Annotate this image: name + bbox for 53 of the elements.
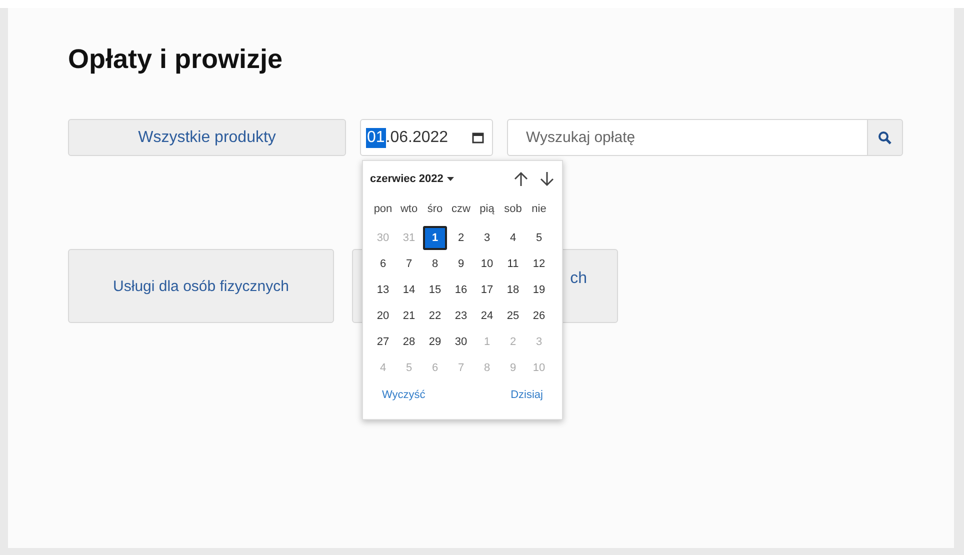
weekday-label: sob [503, 203, 523, 217]
calendar-day[interactable]: 21 [397, 304, 421, 328]
date-field[interactable]: 01.06.2022 [360, 119, 493, 156]
calendar-day[interactable]: 22 [423, 304, 447, 328]
down-arrow-icon[interactable] [539, 171, 555, 187]
calendar-day[interactable]: 8 [423, 252, 447, 276]
weekday-label: nie [530, 203, 548, 217]
calendar-day[interactable]: 14 [397, 278, 421, 302]
up-arrow-icon[interactable] [513, 171, 529, 187]
calendar-day[interactable]: 24 [475, 304, 499, 328]
calendar-day[interactable]: 29 [423, 330, 447, 354]
caret-icon [447, 177, 454, 181]
calendar-day[interactable]: 17 [475, 278, 499, 302]
calendar-day[interactable]: 25 [501, 304, 525, 328]
calendar-day[interactable]: 12 [527, 252, 551, 276]
calendar-day[interactable]: 19 [527, 278, 551, 302]
clear-link[interactable]: Wyczyść [382, 389, 426, 401]
search-icon [878, 130, 892, 144]
calendar-day[interactable]: 9 [449, 252, 473, 276]
date-rest: .06.2022 [386, 128, 448, 146]
calendar-day[interactable]: 18 [501, 278, 525, 302]
calendar-day[interactable]: 30 [449, 330, 473, 354]
calendar-day[interactable]: 28 [397, 330, 421, 354]
calendar-day[interactable]: 2 [449, 226, 473, 250]
category-card[interactable]: Usługi dla osób fizycznych [68, 249, 334, 323]
calendar-day[interactable]: 16 [449, 278, 473, 302]
calendar-day[interactable]: 20 [371, 304, 395, 328]
search-button[interactable] [867, 119, 903, 156]
calendar-day[interactable]: 26 [527, 304, 551, 328]
calendar-day[interactable]: 13 [371, 278, 395, 302]
calendar-day[interactable]: 11 [501, 252, 525, 276]
page-title: Opłaty i prowizje [68, 44, 284, 75]
calendar-day[interactable]: 6 [371, 252, 395, 276]
weekday-label: wto [399, 203, 419, 217]
search-field[interactable]: Wyszukaj opłatę [507, 119, 867, 156]
calendar-day[interactable]: 1 [423, 226, 447, 250]
weekday-label: pią [478, 203, 496, 217]
calendar-day[interactable]: 27 [371, 330, 395, 354]
today-link[interactable]: Dzisiaj [510, 389, 543, 401]
weekday-label: śro [426, 203, 444, 217]
date-day-segment: 01 [366, 128, 386, 148]
calendar-day[interactable]: 5 [527, 226, 551, 250]
calendar-day[interactable]: 10 [475, 252, 499, 276]
weekday-label: pon [372, 203, 394, 217]
product-filter-button[interactable]: Wszystkie produkty [68, 119, 346, 156]
calendar-day[interactable]: 15 [423, 278, 447, 302]
month-dropdown[interactable]: czerwiec 2022 [370, 173, 454, 185]
calendar-day[interactable]: 4 [501, 226, 525, 250]
calendar-day[interactable]: 3 [475, 226, 499, 250]
calendar-day[interactable]: 7 [397, 252, 421, 276]
weekday-label: czw [450, 203, 472, 217]
calendar-day[interactable]: 23 [449, 304, 473, 328]
calendar-icon[interactable] [472, 132, 484, 144]
